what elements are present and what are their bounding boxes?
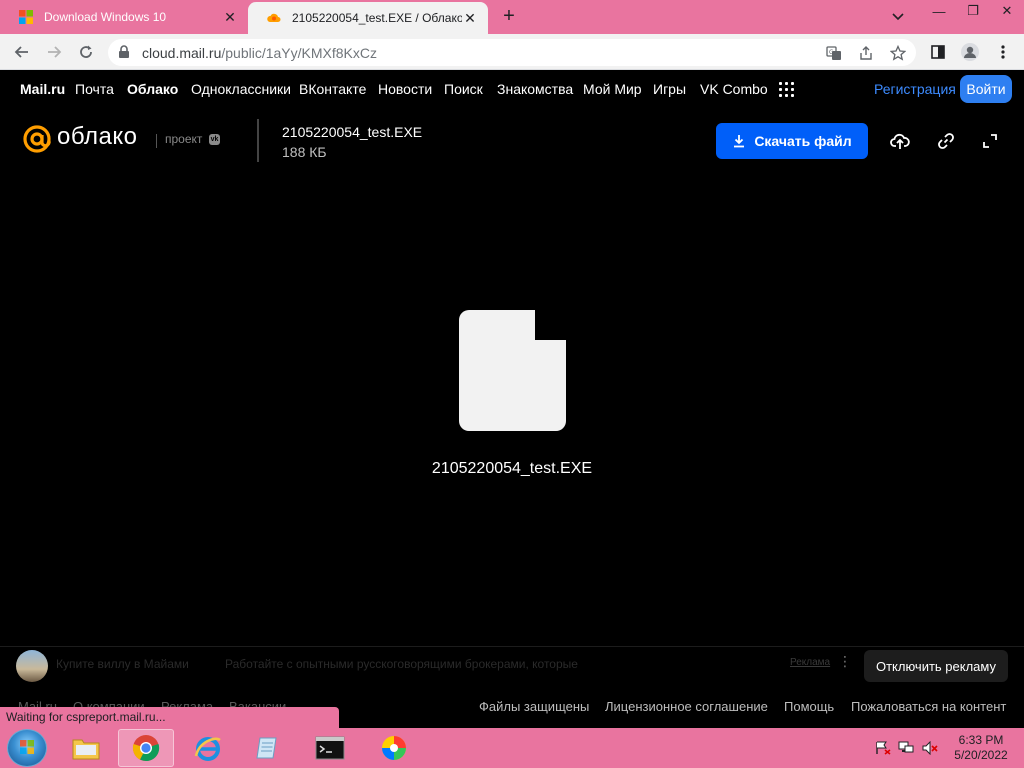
browser-toolbar: cloud.mail.ru/public/1aYy/KMXf8KxCz G — [0, 34, 1024, 70]
portal-link-myworld[interactable]: Мой Мир — [583, 81, 642, 97]
forward-arrow-icon[interactable] — [44, 42, 64, 62]
cloud-logo-icon[interactable] — [22, 124, 52, 154]
folder-icon — [72, 739, 100, 760]
cloud-favicon-icon — [267, 13, 281, 22]
download-file-button[interactable]: Скачать файл — [716, 123, 868, 159]
side-panel-icon[interactable] — [928, 42, 948, 62]
taskbar-chrome[interactable] — [118, 729, 174, 767]
internet-explorer-icon — [194, 737, 221, 761]
share-icon[interactable] — [858, 45, 874, 61]
disable-ads-button[interactable]: Отключить рекламу — [864, 650, 1008, 682]
taskbar-ie[interactable] — [180, 729, 236, 767]
address-bar[interactable]: cloud.mail.ru/public/1aYy/KMXf8KxCz G — [108, 39, 916, 66]
volume-muted-icon[interactable] — [922, 741, 938, 755]
taskbar-explorer[interactable] — [58, 729, 114, 767]
footer-link-license[interactable]: Лицензионное соглашение — [605, 699, 768, 714]
header-file-name: 2105220054_test.EXE — [282, 124, 423, 140]
url-text: cloud.mail.ru/public/1aYy/KMXf8KxCz — [142, 45, 377, 61]
restore-icon[interactable]: ❐ — [956, 0, 990, 22]
footer-link-files-protected[interactable]: Файлы защищены — [479, 699, 589, 714]
portal-link-games[interactable]: Игры — [653, 81, 686, 97]
header-divider — [257, 119, 259, 162]
portal-link-vk[interactable]: ВКонтакте — [299, 81, 366, 97]
taskbar-cmd[interactable] — [302, 729, 358, 767]
login-button[interactable]: Войти — [960, 75, 1012, 103]
ad-thumbnail[interactable] — [16, 650, 48, 682]
cloud-header: облако проект vk 2105220054_test.EXE 188… — [0, 106, 1024, 178]
windows-logo-icon — [20, 740, 34, 754]
back-arrow-icon[interactable] — [12, 42, 32, 62]
portal-link-news[interactable]: Новости — [378, 81, 432, 97]
tab-title: Download Windows 10 — [44, 10, 167, 24]
chrome-icon — [132, 735, 160, 762]
bookmark-star-icon[interactable] — [890, 45, 906, 61]
vk-badge-icon: vk — [209, 134, 220, 145]
tab-download-windows[interactable]: Download Windows 10 ✕ — [0, 0, 248, 34]
portal-link-search[interactable]: Поиск — [444, 81, 483, 97]
ad-description[interactable]: Работайте с опытными русскоговорящими бр… — [225, 657, 578, 671]
notepad-icon — [256, 737, 277, 759]
close-tab-icon[interactable]: ✕ — [222, 9, 238, 25]
tab-title: 2105220054_test.EXE / Облако M — [292, 11, 462, 25]
taskbar-app[interactable] — [240, 729, 296, 767]
color-wheel-icon — [382, 736, 406, 760]
system-clock[interactable]: 6:33 PM 5/20/2022 — [946, 733, 1016, 763]
cloud-logo-text[interactable]: облако — [57, 123, 137, 151]
minimize-icon[interactable]: — — [922, 0, 956, 22]
ad-label[interactable]: Реклама — [790, 657, 830, 668]
portal-nav-bar: Mail.ru Почта Облако Одноклассники ВКонт… — [0, 71, 1024, 106]
portal-link-mail[interactable]: Почта — [75, 81, 114, 97]
fullscreen-icon[interactable] — [979, 130, 1001, 152]
footer-link-report[interactable]: Пожаловаться на контент — [851, 699, 1006, 714]
translate-icon[interactable]: G — [826, 45, 842, 61]
close-window-icon[interactable]: ✕ — [990, 0, 1024, 22]
reload-icon[interactable] — [76, 42, 96, 62]
command-prompt-icon — [315, 736, 345, 760]
url-path: /public/1aYy/KMXf8KxCz — [221, 45, 377, 61]
copy-link-icon[interactable] — [935, 130, 957, 152]
ad-banner: Купите виллу в Майами Работайте с опытны… — [0, 646, 1024, 684]
taskbar-color-app[interactable] — [366, 729, 422, 767]
close-tab-icon[interactable]: ✕ — [462, 10, 478, 26]
download-icon — [734, 135, 745, 148]
logo-divider — [156, 134, 157, 148]
ad-more-icon[interactable]: ⋮ — [838, 653, 852, 670]
register-link[interactable]: Регистрация — [874, 81, 956, 97]
portal-link-cloud[interactable]: Облако — [127, 81, 178, 97]
clock-date: 5/20/2022 — [954, 748, 1008, 762]
chevron-down-icon[interactable] — [888, 8, 908, 26]
browser-tab-strip: Download Windows 10 ✕ 2105220054_test.EX… — [0, 0, 1024, 34]
portal-link-ok[interactable]: Одноклассники — [191, 81, 291, 97]
file-document-icon — [459, 310, 566, 431]
svg-text:G: G — [829, 49, 834, 56]
network-icon[interactable] — [898, 741, 914, 755]
ad-title[interactable]: Купите виллу в Майами — [56, 657, 189, 671]
download-label: Скачать файл — [754, 133, 852, 149]
portal-link-dating[interactable]: Знакомства — [497, 81, 573, 97]
lock-icon[interactable] — [118, 45, 130, 59]
save-to-cloud-icon[interactable] — [889, 130, 911, 152]
portal-link-vkcombo[interactable]: VK Combo — [700, 81, 768, 97]
action-center-flag-icon[interactable] — [875, 741, 891, 755]
windows-taskbar: 6:33 PM 5/20/2022 — [0, 728, 1024, 768]
more-menu-icon[interactable] — [993, 42, 1013, 62]
preview-file-name: 2105220054_test.EXE — [431, 460, 593, 477]
file-preview-area: 2105220054_test.EXE — [0, 178, 1024, 646]
header-file-size: 188 КБ — [282, 144, 327, 160]
footer-link-help[interactable]: Помощь — [784, 699, 834, 714]
windows-favicon-icon — [19, 10, 33, 24]
window-controls: — ❐ ✕ — [922, 0, 1024, 22]
tab-cloud-file[interactable]: 2105220054_test.EXE / Облако M ✕ — [248, 2, 488, 34]
apps-grid-icon[interactable] — [779, 82, 794, 97]
new-tab-button[interactable]: + — [498, 6, 520, 28]
clock-time: 6:33 PM — [958, 733, 1004, 747]
portal-link-mailru[interactable]: Mail.ru — [20, 81, 65, 97]
start-button[interactable] — [7, 729, 47, 767]
browser-status-bubble: Waiting for cspreport.mail.ru... — [0, 707, 339, 728]
url-host: cloud.mail.ru — [142, 45, 222, 61]
profile-avatar-icon[interactable] — [960, 42, 980, 62]
project-label: проект — [165, 132, 203, 146]
